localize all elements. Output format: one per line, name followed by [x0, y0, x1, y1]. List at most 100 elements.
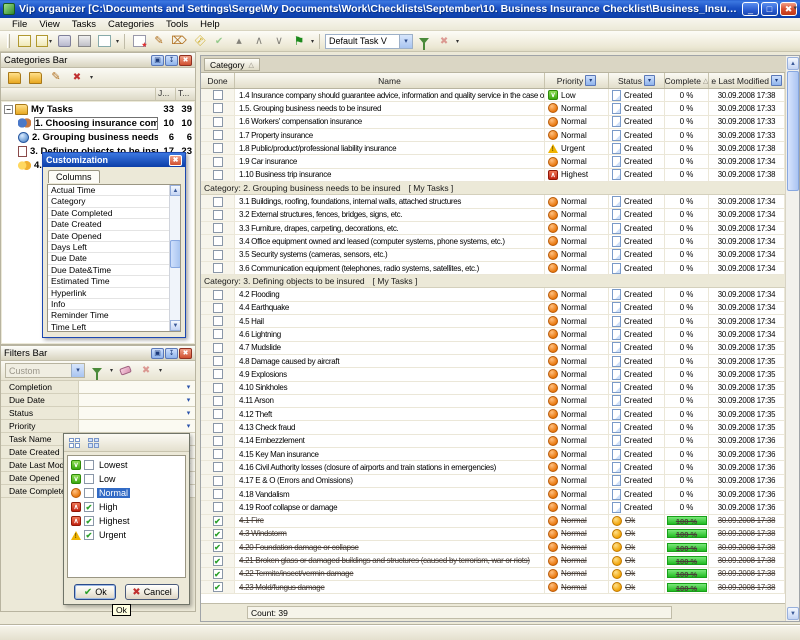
toolbar-more-icon[interactable]: ▾: [116, 38, 119, 45]
table-row[interactable]: 4.19 Roof collapse or damageNormalCreate…: [201, 501, 785, 514]
scroll-thumb[interactable]: [787, 71, 799, 191]
panel-restore-icon[interactable]: ▣: [151, 348, 164, 359]
table-row[interactable]: ✔4.3 WindstormNormalOk100 %30.09.2008 17…: [201, 528, 785, 541]
filter-value-field[interactable]: [79, 381, 182, 393]
filter-more-icon[interactable]: ▾: [110, 367, 113, 374]
groupby-category-chip[interactable]: Category △: [204, 58, 260, 71]
tree-item[interactable]: 2. Grouping business needs to be insured…: [2, 130, 194, 144]
columns-scrollbar[interactable]: ▲ ▼: [169, 185, 180, 331]
done-checkbox[interactable]: [213, 117, 223, 127]
done-checkbox[interactable]: ✔: [213, 569, 223, 579]
done-checkbox[interactable]: [213, 143, 223, 153]
done-checkbox[interactable]: [213, 356, 223, 366]
done-checkbox[interactable]: [213, 476, 223, 486]
table-row[interactable]: ✔4.21 Broken glass or damaged buildings …: [201, 554, 785, 567]
done-checkbox[interactable]: [213, 103, 223, 113]
done-checkbox[interactable]: [213, 343, 223, 353]
done-checkbox[interactable]: ✔: [213, 582, 223, 592]
chevron-down-icon[interactable]: ▾: [182, 407, 195, 419]
table-row[interactable]: 4.10 SinkholesNormalCreated0 %30.09.2008…: [201, 382, 785, 395]
group-row[interactable]: Category: 2. Grouping business needs to …: [201, 182, 785, 195]
table-row[interactable]: 4.2 FloodingNormalCreated0 %30.09.2008 1…: [201, 288, 785, 301]
done-checkbox[interactable]: [213, 316, 223, 326]
table-row[interactable]: ✔4.1 FireNormalOk100 %30.09.2008 17:38: [201, 515, 785, 528]
done-checkbox[interactable]: [213, 90, 223, 100]
panel-restore-icon[interactable]: ▣: [151, 55, 164, 66]
done-checkbox[interactable]: [213, 409, 223, 419]
done-checkbox[interactable]: [213, 449, 223, 459]
chevron-down-icon[interactable]: ▾: [182, 420, 195, 432]
filter-value-field[interactable]: [79, 407, 182, 419]
tree-item[interactable]: −My Tasks3339: [2, 102, 194, 116]
column-option[interactable]: Date Completed: [48, 208, 180, 219]
done-checkbox[interactable]: ✔: [213, 516, 223, 526]
table-row[interactable]: 3.5 Security systems (cameras, sensors, …: [201, 249, 785, 262]
flag-button[interactable]: ⚑: [290, 33, 308, 50]
done-checkbox[interactable]: [213, 303, 223, 313]
print-button[interactable]: [75, 33, 93, 50]
column-option[interactable]: Due Date&Time: [48, 265, 180, 276]
column-t[interactable]: T...: [175, 88, 195, 100]
menu-tasks[interactable]: Tasks: [66, 19, 102, 30]
complete-task-button[interactable]: ✔: [210, 33, 228, 50]
open-notebook-button[interactable]: ▾: [35, 33, 53, 50]
done-checkbox[interactable]: ✔: [213, 556, 223, 566]
duplicate-task-button[interactable]: ⌦: [170, 33, 188, 50]
filters-overflow-icon[interactable]: ▾: [159, 367, 162, 374]
header-done[interactable]: Done: [201, 73, 235, 88]
option-checkbox[interactable]: [84, 474, 94, 484]
done-checkbox[interactable]: [213, 489, 223, 499]
done-checkbox[interactable]: ✔: [213, 542, 223, 552]
protect-button[interactable]: [55, 33, 73, 50]
done-checkbox[interactable]: [213, 210, 223, 220]
table-row[interactable]: 3.2 External structures, fences, bridges…: [201, 209, 785, 222]
header-complete[interactable]: Complete△: [665, 73, 709, 88]
status-filter-icon[interactable]: ▾: [644, 75, 655, 86]
table-row[interactable]: 4.18 VandalismNormalCreated0 %30.09.2008…: [201, 488, 785, 501]
scroll-down-icon[interactable]: ▼: [170, 320, 181, 331]
task-view-combobox[interactable]: Default Task V ▾: [325, 34, 413, 49]
combo-dropdown-icon[interactable]: ▾: [399, 35, 412, 48]
vertical-scrollbar[interactable]: ▲ ▼: [785, 56, 799, 621]
table-row[interactable]: 4.9 ExplosionsNormalCreated0 %30.09.2008…: [201, 368, 785, 381]
done-checkbox[interactable]: ✔: [213, 529, 223, 539]
tree-column-header[interactable]: J...T...: [1, 88, 195, 101]
column-option[interactable]: Reminder Time: [48, 310, 180, 321]
panel-pin-icon[interactable]: ↧: [165, 348, 178, 359]
filter-preset-combobox[interactable]: Custom ▾: [5, 363, 85, 378]
column-j[interactable]: J...: [155, 88, 175, 100]
ok-button[interactable]: ✔ Ok: [74, 584, 116, 600]
table-row[interactable]: 4.7 MudslideNormalCreated0 %30.09.2008 1…: [201, 342, 785, 355]
add-subcategory-button[interactable]: [26, 69, 44, 86]
menu-categories[interactable]: Categories: [102, 19, 160, 30]
print-preview-button[interactable]: [95, 33, 113, 50]
table-row[interactable]: 1.7 Property insuranceNormalCreated0 %30…: [201, 129, 785, 142]
priority-option-highest[interactable]: ∧✔Highest: [68, 514, 185, 528]
done-checkbox[interactable]: [213, 223, 223, 233]
cancel-button[interactable]: ✖ Cancel: [125, 584, 178, 600]
column-option[interactable]: Actual Time: [48, 185, 180, 196]
table-row[interactable]: 1.10 Business trip insurance∧HighestCrea…: [201, 169, 785, 182]
table-row[interactable]: 4.16 Civil Authority losses (closure of …: [201, 461, 785, 474]
done-checkbox[interactable]: [213, 383, 223, 393]
table-row[interactable]: 3.6 Communication equipment (telephones,…: [201, 262, 785, 275]
filter-value-field[interactable]: [79, 420, 182, 432]
table-row[interactable]: ✔4.23 Mold/fungus damageNormalOk100 %30.…: [201, 581, 785, 594]
menu-view[interactable]: View: [33, 19, 65, 30]
done-checkbox[interactable]: [213, 170, 223, 180]
table-row[interactable]: 3.4 Office equipment owned and leased (c…: [201, 235, 785, 248]
menu-help[interactable]: Help: [194, 19, 226, 30]
table-row[interactable]: 4.5 HailNormalCreated0 %30.09.2008 17:34: [201, 315, 785, 328]
done-checkbox[interactable]: [213, 462, 223, 472]
done-checkbox[interactable]: [213, 502, 223, 512]
header-priority[interactable]: Priority▾: [545, 73, 609, 88]
done-checkbox[interactable]: [213, 329, 223, 339]
panel-pin-icon[interactable]: ↧: [165, 55, 178, 66]
menu-file[interactable]: File: [6, 19, 33, 30]
menu-tools[interactable]: Tools: [160, 19, 194, 30]
delete-category-button[interactable]: ✖: [68, 69, 86, 86]
edit-filter-button[interactable]: [88, 362, 106, 379]
option-checkbox[interactable]: [84, 488, 94, 498]
done-checkbox[interactable]: [213, 290, 223, 300]
column-option[interactable]: Estimated Time: [48, 276, 180, 287]
